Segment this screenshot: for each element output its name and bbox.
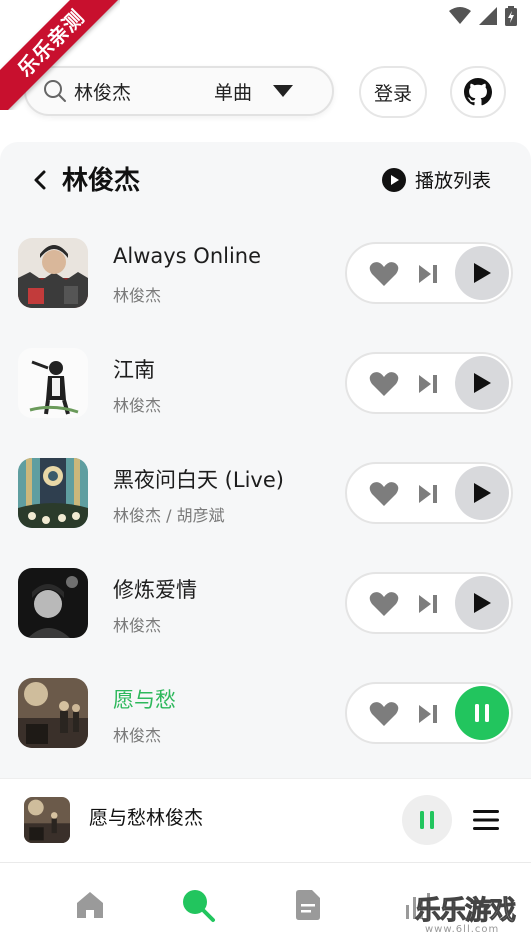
search-query[interactable]: 林俊杰 xyxy=(74,78,214,105)
song-title: 江南 xyxy=(113,358,155,382)
song-row[interactable]: Always Online 林俊杰 xyxy=(0,228,531,318)
song-artist: 林俊杰 xyxy=(113,616,162,635)
menu-icon[interactable] xyxy=(472,806,500,834)
song-controls xyxy=(345,572,513,634)
song-title: 黑夜问白天 (Live) xyxy=(113,468,284,492)
mini-pause-button[interactable] xyxy=(402,795,452,845)
github-icon xyxy=(464,78,492,106)
album-cover xyxy=(18,568,88,638)
play-circle-icon xyxy=(381,167,406,192)
nav-home[interactable] xyxy=(70,885,110,925)
song-artist: 林俊杰 xyxy=(113,286,162,305)
search-bar[interactable]: 林俊杰 单曲 xyxy=(24,66,334,116)
song-row-playing[interactable]: 愿与愁 林俊杰 xyxy=(0,668,531,758)
play-next-icon[interactable] xyxy=(417,593,439,615)
song-title: Always Online xyxy=(113,244,262,268)
song-list-panel: 林俊杰 播放列表 Always Online 林俊杰 江南 林俊杰 黑夜问白天 … xyxy=(0,142,531,778)
album-cover xyxy=(18,348,88,418)
heart-icon[interactable] xyxy=(369,591,399,617)
play-icon xyxy=(474,593,491,613)
search-scope-select[interactable]: 单曲 xyxy=(214,78,252,105)
panel-header: 林俊杰 播放列表 xyxy=(0,142,531,218)
play-icon xyxy=(474,373,491,393)
play-button[interactable] xyxy=(455,356,509,410)
login-button[interactable]: 登录 xyxy=(359,66,427,118)
song-artist: 林俊杰 / 胡彦斌 xyxy=(113,506,225,525)
play-next-icon[interactable] xyxy=(417,263,439,285)
song-row[interactable]: 江南 林俊杰 xyxy=(0,338,531,428)
song-artist: 林俊杰 xyxy=(113,726,162,745)
album-cover xyxy=(18,458,88,528)
song-row[interactable]: 修炼爱情 林俊杰 xyxy=(0,558,531,648)
song-artist: 林俊杰 xyxy=(113,396,162,415)
artist-title: 林俊杰 xyxy=(62,166,141,196)
pause-icon xyxy=(420,811,434,829)
nav-stats[interactable] xyxy=(398,885,438,925)
github-button[interactable] xyxy=(450,66,506,118)
album-cover xyxy=(18,678,88,748)
song-controls xyxy=(345,462,513,524)
nav-library[interactable] xyxy=(288,885,328,925)
play-next-icon[interactable] xyxy=(417,483,439,505)
playlist-label: 播放列表 xyxy=(414,170,491,192)
song-controls xyxy=(345,682,513,744)
song-title: 愿与愁 xyxy=(113,688,176,712)
mini-player-cover xyxy=(24,797,70,843)
play-next-icon[interactable] xyxy=(417,373,439,395)
stats-icon xyxy=(406,893,430,919)
signal-icon xyxy=(479,7,497,25)
mini-player[interactable]: 愿与愁林俊杰 xyxy=(0,778,531,860)
heart-icon[interactable] xyxy=(369,371,399,397)
home-icon xyxy=(77,892,103,918)
pause-button[interactable] xyxy=(455,686,509,740)
play-button[interactable] xyxy=(455,246,509,300)
play-button[interactable] xyxy=(455,576,509,630)
heart-icon[interactable] xyxy=(369,481,399,507)
song-row[interactable]: 黑夜问白天 (Live) 林俊杰 / 胡彦斌 xyxy=(0,448,531,538)
bottom-nav xyxy=(0,862,531,944)
search-icon xyxy=(44,80,66,102)
pause-icon xyxy=(475,704,489,722)
search-icon xyxy=(183,890,215,922)
song-controls xyxy=(345,352,513,414)
document-icon xyxy=(296,890,320,920)
wifi-icon xyxy=(449,7,471,24)
play-icon xyxy=(474,263,491,283)
mini-player-title: 愿与愁林俊杰 xyxy=(89,807,204,829)
nav-search[interactable] xyxy=(178,885,218,925)
back-chevron-icon[interactable] xyxy=(28,166,52,194)
play-button[interactable] xyxy=(455,466,509,520)
battery-icon xyxy=(505,6,517,26)
song-controls xyxy=(345,242,513,304)
status-icons xyxy=(449,6,517,26)
playlist-button[interactable]: 播放列表 xyxy=(381,166,491,193)
chevron-down-icon[interactable] xyxy=(272,84,294,98)
play-next-icon[interactable] xyxy=(417,703,439,725)
play-icon xyxy=(474,483,491,503)
heart-icon[interactable] xyxy=(369,261,399,287)
status-bar xyxy=(0,0,531,36)
song-title: 修炼爱情 xyxy=(113,578,197,602)
album-cover xyxy=(18,238,88,308)
heart-icon[interactable] xyxy=(369,701,399,727)
